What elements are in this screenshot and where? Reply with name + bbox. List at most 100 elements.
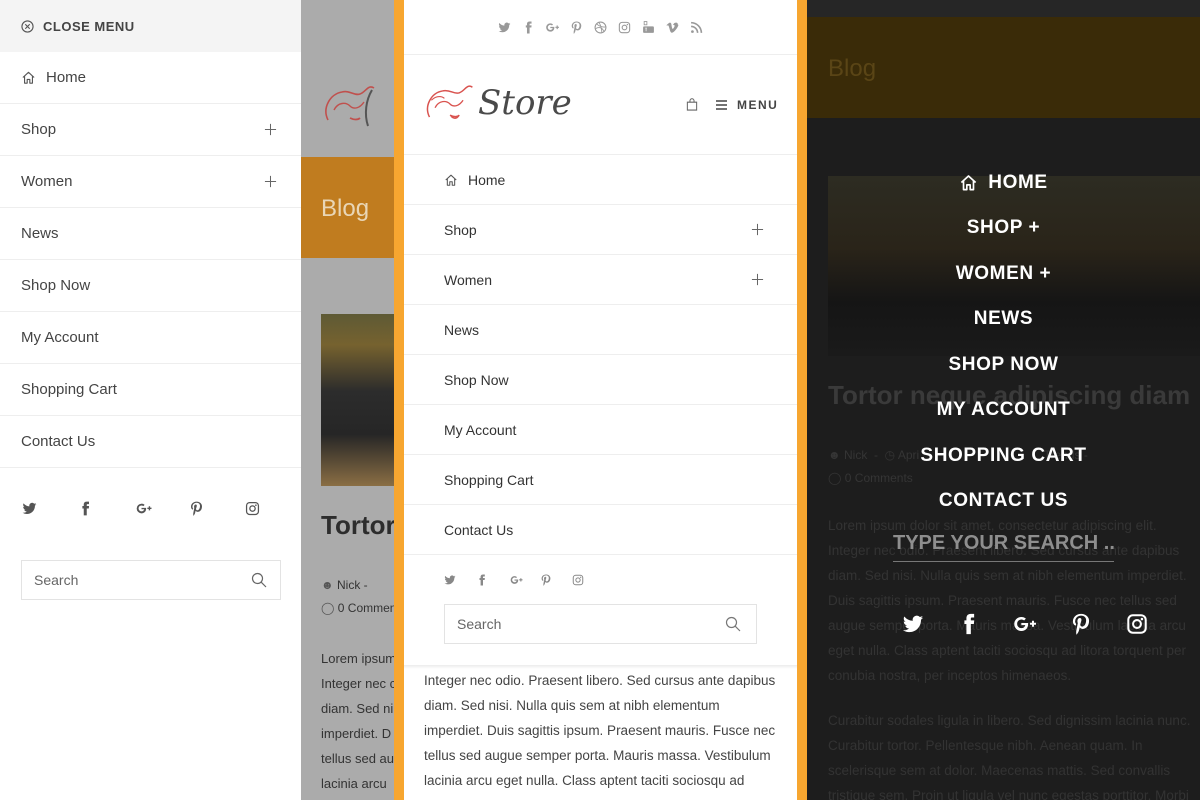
body-line: Integer nec odio. Praesent libero. Sed c…: [424, 673, 776, 688]
author-name: Nick: [336, 578, 361, 592]
facebook-link[interactable]: [476, 572, 508, 588]
sidebar-item-label: Shop Now: [21, 277, 91, 294]
mobile-nav-item-contact-us[interactable]: Contact Us: [404, 505, 797, 555]
facebook-link[interactable]: [517, 17, 541, 37]
shopping-bag-icon[interactable]: [686, 98, 698, 111]
instagram-link[interactable]: [572, 572, 604, 588]
excerpt-line: tellus sed au: [321, 751, 394, 766]
mobile-search-input[interactable]: [457, 616, 725, 632]
twitter-link[interactable]: [493, 17, 517, 37]
body-line: tellus sed augue semper porta. Mauris ma…: [424, 748, 771, 763]
sidebar-item-women[interactable]: Women: [0, 156, 301, 208]
overlay-nav-item-home[interactable]: HOME: [807, 160, 1200, 206]
overlay-nav-label: HOME: [988, 171, 1048, 193]
overlay-top-strip: [807, 0, 1200, 17]
sidebar-item-shop[interactable]: Shop: [0, 104, 301, 156]
twitter-link[interactable]: [444, 572, 476, 588]
twitter-icon: [498, 22, 511, 32]
pinterest-link[interactable]: [565, 17, 589, 37]
plus-icon[interactable]: [751, 223, 764, 236]
overlay-nav-item-shop-now[interactable]: SHOP NOW: [807, 342, 1200, 388]
google-plus-link[interactable]: [541, 17, 565, 37]
google-plus-link[interactable]: [508, 572, 540, 588]
home-icon: [445, 174, 457, 186]
sidebar-menu-panel: CLOSE MENU Home Shop Women News Shop Now…: [0, 0, 301, 800]
sidebar-item-label: Shop: [21, 121, 57, 138]
overlay-nav-item-contact-us[interactable]: CONTACT US: [807, 479, 1200, 525]
overlay-nav-item-women[interactable]: WOMEN +: [807, 251, 1200, 297]
overlay-nav-item-shopping-cart[interactable]: SHOPPING CART: [807, 433, 1200, 479]
facebook-icon: [479, 574, 485, 586]
google-plus-link[interactable]: [134, 496, 190, 520]
youtube-icon: [643, 20, 654, 33]
plus-icon[interactable]: [264, 175, 277, 188]
pinterest-icon: [541, 574, 551, 586]
sidebar-search-box: [21, 560, 281, 600]
dribbble-link[interactable]: [589, 17, 613, 37]
twitter-link[interactable]: [885, 610, 941, 638]
twitter-link[interactable]: [22, 496, 78, 520]
pinterest-icon: [571, 21, 582, 34]
facebook-link[interactable]: [78, 496, 134, 520]
instagram-icon: [572, 574, 584, 586]
close-menu-button[interactable]: CLOSE MENU: [0, 0, 301, 52]
blog-title-band: Blog: [807, 17, 1200, 118]
overlay-nav-item-shop[interactable]: SHOP +: [807, 206, 1200, 252]
site-header: Store MENU: [404, 55, 797, 155]
post-image: [321, 314, 401, 486]
vimeo-link[interactable]: [661, 17, 685, 37]
plus-icon[interactable]: [264, 123, 277, 136]
facebook-link[interactable]: [941, 610, 997, 638]
google-plus-icon: [136, 503, 152, 513]
overlay-nav-item-news[interactable]: NEWS: [807, 297, 1200, 343]
mobile-nav-label: Shop: [444, 221, 477, 238]
mobile-nav-item-shopping-cart[interactable]: Shopping Cart: [404, 455, 797, 505]
sidebar-item-label: Women: [21, 173, 73, 190]
overlay-nav-label: MY ACCOUNT: [936, 399, 1071, 421]
menu-toggle-button[interactable]: MENU: [716, 98, 778, 112]
sidebar-search-input[interactable]: [34, 572, 251, 588]
pinterest-link[interactable]: [540, 572, 572, 588]
body-line: diam. Sed nisi. Nulla quis sem at nibh e…: [424, 698, 720, 713]
overlay-nav-label: SHOP NOW: [948, 353, 1059, 375]
instagram-link[interactable]: [1109, 610, 1165, 638]
sidebar-item-contact-us[interactable]: Contact Us: [0, 416, 301, 468]
paragraph-line: diam. Sed nisi. Nulla quis sem at nibh e…: [828, 568, 1187, 583]
mobile-nav-item-shop-now[interactable]: Shop Now: [404, 355, 797, 405]
dimmed-background-page: Blog Tortor ☻ Nick - ◯ 0 Comments Lorem …: [301, 0, 401, 800]
overlay-search: [893, 532, 1114, 562]
sidebar-item-shopping-cart[interactable]: Shopping Cart: [0, 364, 301, 416]
plus-icon[interactable]: [751, 273, 764, 286]
sidebar-item-shop-now[interactable]: Shop Now: [0, 260, 301, 312]
search-icon[interactable]: [725, 616, 741, 632]
rss-link[interactable]: [685, 17, 709, 37]
mobile-nav-item-women[interactable]: Women: [404, 255, 797, 305]
mobile-nav-item-shop[interactable]: Shop: [404, 205, 797, 255]
facebook-icon: [82, 501, 89, 515]
mobile-nav: Home Shop Women News Shop Now My Account…: [404, 155, 797, 555]
overlay-nav-item-my-account[interactable]: MY ACCOUNT: [807, 388, 1200, 434]
pinterest-link[interactable]: [189, 496, 245, 520]
paragraph-line: scelerisque sem at dolor. Maecenas matti…: [828, 763, 1171, 778]
sidebar-item-my-account[interactable]: My Account: [0, 312, 301, 364]
instagram-link[interactable]: [245, 496, 301, 520]
mobile-search-box: [444, 604, 757, 644]
search-icon[interactable]: [251, 572, 267, 588]
sidebar-item-home[interactable]: Home: [0, 52, 301, 104]
overlay-nav: HOME SHOP + WOMEN + NEWS SHOP NOW MY ACC…: [807, 160, 1200, 524]
overlay-search-input[interactable]: [893, 532, 1114, 555]
store-logo-icon[interactable]: [422, 78, 478, 130]
google-plus-link[interactable]: [997, 610, 1053, 638]
sidebar-item-news[interactable]: News: [0, 208, 301, 260]
youtube-link[interactable]: [637, 17, 661, 37]
mobile-nav-item-my-account[interactable]: My Account: [404, 405, 797, 455]
overlay-nav-label: SHOPPING CART: [920, 444, 1087, 466]
mobile-nav-item-news[interactable]: News: [404, 305, 797, 355]
instagram-icon: [246, 501, 260, 515]
instagram-link[interactable]: [613, 17, 637, 37]
mobile-nav-item-home[interactable]: Home: [404, 155, 797, 205]
mobile-nav-label: Women: [444, 271, 492, 288]
pinterest-link[interactable]: [1053, 610, 1109, 638]
logo-text[interactable]: Store: [478, 83, 572, 123]
sidebar-social-links: [0, 496, 301, 520]
